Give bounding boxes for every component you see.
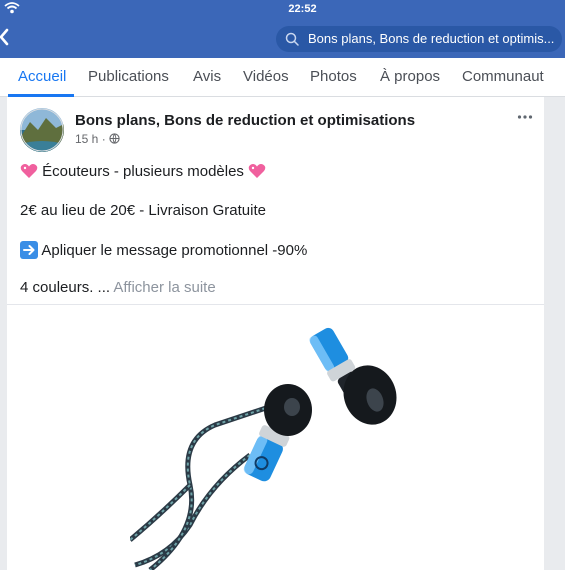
post-meta: 15 h · bbox=[75, 132, 120, 146]
earphones-image[interactable] bbox=[130, 315, 450, 570]
app-header: 22:52 Bons plans, Bons de reduction et o… bbox=[0, 0, 565, 58]
search-text: Bons plans, Bons de reduction et optimis… bbox=[308, 31, 555, 46]
tab-communaute[interactable]: Communaut bbox=[462, 58, 544, 96]
promo-line: Apliquer le message promotionnel -90% bbox=[20, 241, 307, 259]
see-more-link[interactable]: Afficher la suite bbox=[113, 279, 215, 296]
post-title-line: Écouteurs - plusieurs modèles bbox=[20, 163, 266, 180]
colors-text: 4 couleurs. ... bbox=[20, 279, 111, 296]
promo-text: Apliquer le message promotionnel -90% bbox=[41, 242, 308, 259]
sparkling-heart-icon bbox=[20, 164, 38, 178]
tab-photos[interactable]: Photos bbox=[310, 58, 357, 96]
tab-videos[interactable]: Vidéos bbox=[243, 58, 289, 96]
post-title: Écouteurs - plusieurs modèles bbox=[42, 163, 244, 180]
post-time: 15 h bbox=[75, 132, 99, 146]
status-time: 22:52 bbox=[288, 3, 317, 15]
sparkling-heart-icon bbox=[248, 164, 266, 178]
colors-line: 4 couleurs. ... Afficher la suite bbox=[20, 279, 216, 296]
tab-accueil[interactable]: Accueil bbox=[18, 58, 66, 96]
price-line: 2€ au lieu de 20€ - Livraison Gratuite bbox=[20, 202, 266, 219]
globe-icon bbox=[109, 133, 120, 144]
avatar-landscape-image bbox=[20, 108, 64, 152]
tab-publications[interactable]: Publications bbox=[88, 58, 169, 96]
page-tabs: Accueil Publications Avis Vidéos Photos … bbox=[0, 58, 565, 97]
more-options-icon[interactable] bbox=[517, 114, 533, 120]
back-arrow-icon[interactable] bbox=[0, 26, 14, 48]
tab-avis[interactable]: Avis bbox=[193, 58, 221, 96]
right-arrow-icon bbox=[20, 241, 38, 259]
search-bar[interactable]: Bons plans, Bons de reduction et optimis… bbox=[276, 26, 562, 52]
page-name[interactable]: Bons plans, Bons de reduction et optimis… bbox=[75, 112, 415, 129]
page-avatar[interactable] bbox=[20, 108, 64, 152]
post-divider bbox=[7, 304, 544, 305]
search-icon bbox=[285, 32, 299, 46]
tab-a-propos[interactable]: À propos bbox=[380, 58, 440, 96]
